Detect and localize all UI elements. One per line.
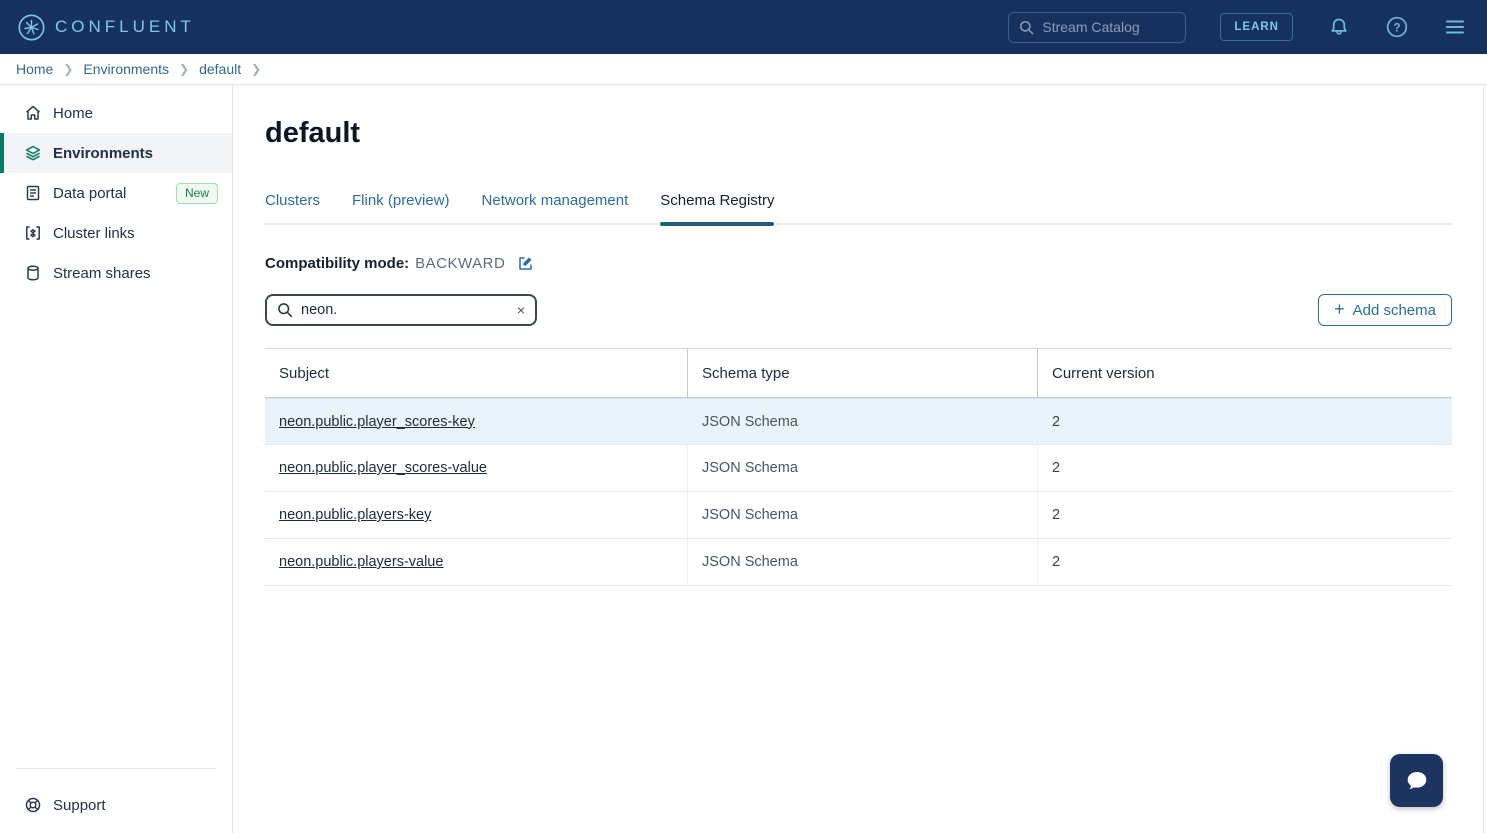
schema-type-cell: JSON Schema: [687, 445, 1037, 491]
schema-search-box[interactable]: ×: [265, 294, 537, 326]
sidebar-item-label: Support: [53, 797, 106, 814]
tab-schema-registry[interactable]: Schema Registry: [660, 192, 774, 223]
add-schema-button[interactable]: + Add schema: [1318, 294, 1452, 326]
sidebar-item-data-portal[interactable]: Data portal New: [0, 173, 232, 213]
sidebar-item-label: Stream shares: [53, 265, 151, 282]
current-version-cell: 2: [1037, 539, 1452, 585]
sidebar-item-label: Data portal: [53, 185, 126, 202]
notifications-bell-icon[interactable]: [1327, 15, 1351, 39]
schema-type-cell: JSON Schema: [687, 399, 1037, 444]
sidebar-item-stream-shares[interactable]: Stream shares: [0, 253, 232, 293]
breadcrumb-environments[interactable]: Environments: [83, 61, 169, 77]
sidebar-item-label: Cluster links: [53, 225, 135, 242]
new-badge: New: [176, 183, 218, 204]
page-edge-line: [1483, 86, 1484, 833]
main-content: default Clusters Flink (preview) Network…: [233, 85, 1487, 833]
document-icon: [24, 184, 42, 202]
subject-link[interactable]: neon.public.player_scores-key: [279, 414, 475, 430]
subject-link[interactable]: neon.public.players-value: [279, 554, 443, 570]
edit-icon[interactable]: [517, 255, 534, 272]
column-header-current-version: Current version: [1037, 349, 1452, 397]
help-icon[interactable]: ?: [1385, 15, 1409, 39]
current-version-cell: 2: [1037, 399, 1452, 444]
schema-type-cell: JSON Schema: [687, 539, 1037, 585]
breadcrumb: Home ❯ Environments ❯ default ❯: [0, 54, 1487, 85]
cluster-links-icon: [24, 224, 42, 242]
brand-name: CONFLUENT: [55, 17, 195, 37]
search-icon: [277, 302, 293, 318]
confluent-logo-icon: [18, 14, 45, 41]
table-body: neon.public.player_scores-key JSON Schem…: [265, 398, 1452, 586]
learn-button[interactable]: LEARN: [1220, 13, 1293, 41]
breadcrumb-home[interactable]: Home: [16, 61, 53, 77]
table-row[interactable]: neon.public.players-key JSON Schema 2: [265, 492, 1452, 539]
top-navbar: CONFLUENT LEARN ?: [0, 0, 1487, 54]
breadcrumb-default[interactable]: default: [199, 61, 241, 77]
home-icon: [24, 104, 42, 122]
table-row[interactable]: neon.public.player_scores-key JSON Schem…: [265, 398, 1452, 445]
chevron-right-icon: ❯: [251, 62, 261, 76]
column-header-subject: Subject: [265, 349, 687, 397]
table-header-row: Subject Schema type Current version: [265, 348, 1452, 398]
subject-link[interactable]: neon.public.players-key: [279, 507, 431, 523]
lifebuoy-icon: [24, 796, 42, 814]
stream-catalog-input[interactable]: [1042, 19, 1175, 35]
add-schema-label: Add schema: [1353, 302, 1436, 319]
tab-bar: Clusters Flink (preview) Network managem…: [265, 192, 1452, 225]
tab-clusters[interactable]: Clusters: [265, 192, 320, 223]
table-toolbar: × + Add schema: [265, 294, 1452, 326]
layers-icon: [24, 144, 42, 162]
search-icon: [1019, 20, 1034, 35]
current-version-cell: 2: [1037, 492, 1452, 538]
sidebar-divider: [16, 768, 216, 769]
schema-search-input[interactable]: [301, 302, 509, 318]
sidebar-item-environments[interactable]: Environments: [0, 133, 232, 173]
svg-text:?: ?: [1393, 22, 1400, 34]
stream-catalog-search[interactable]: [1008, 12, 1186, 43]
clear-search-icon[interactable]: ×: [517, 303, 525, 317]
confluent-logo[interactable]: CONFLUENT: [18, 14, 195, 41]
chevron-right-icon: ❯: [179, 62, 189, 76]
chevron-right-icon: ❯: [63, 62, 73, 76]
database-icon: [24, 264, 42, 282]
sidebar: Home Environments Data po: [0, 85, 233, 833]
table-row[interactable]: neon.public.player_scores-value JSON Sch…: [265, 445, 1452, 492]
tab-flink-preview[interactable]: Flink (preview): [352, 192, 450, 223]
compatibility-mode-row: Compatibility mode: BACKWARD: [265, 255, 1452, 272]
hamburger-menu-icon[interactable]: [1443, 15, 1467, 39]
table-row[interactable]: neon.public.players-value JSON Schema 2: [265, 539, 1452, 586]
sidebar-item-label: Home: [53, 105, 93, 122]
sidebar-item-label: Environments: [53, 145, 153, 162]
chat-support-button[interactable]: [1390, 754, 1443, 807]
sidebar-item-home[interactable]: Home: [0, 93, 232, 133]
page-title: default: [265, 117, 1452, 150]
schema-type-cell: JSON Schema: [687, 492, 1037, 538]
subject-link[interactable]: neon.public.player_scores-value: [279, 460, 487, 476]
sidebar-item-support[interactable]: Support: [0, 785, 232, 825]
compatibility-mode-label: Compatibility mode:: [265, 255, 409, 272]
compatibility-mode-value: BACKWARD: [415, 255, 505, 272]
chat-bubble-icon: [1402, 766, 1432, 796]
sidebar-item-cluster-links[interactable]: Cluster links: [0, 213, 232, 253]
column-header-schema-type: Schema type: [687, 349, 1037, 397]
plus-icon: +: [1334, 300, 1345, 318]
current-version-cell: 2: [1037, 445, 1452, 491]
tab-network-management[interactable]: Network management: [482, 192, 629, 223]
schemas-table: Subject Schema type Current version neon…: [265, 348, 1452, 586]
